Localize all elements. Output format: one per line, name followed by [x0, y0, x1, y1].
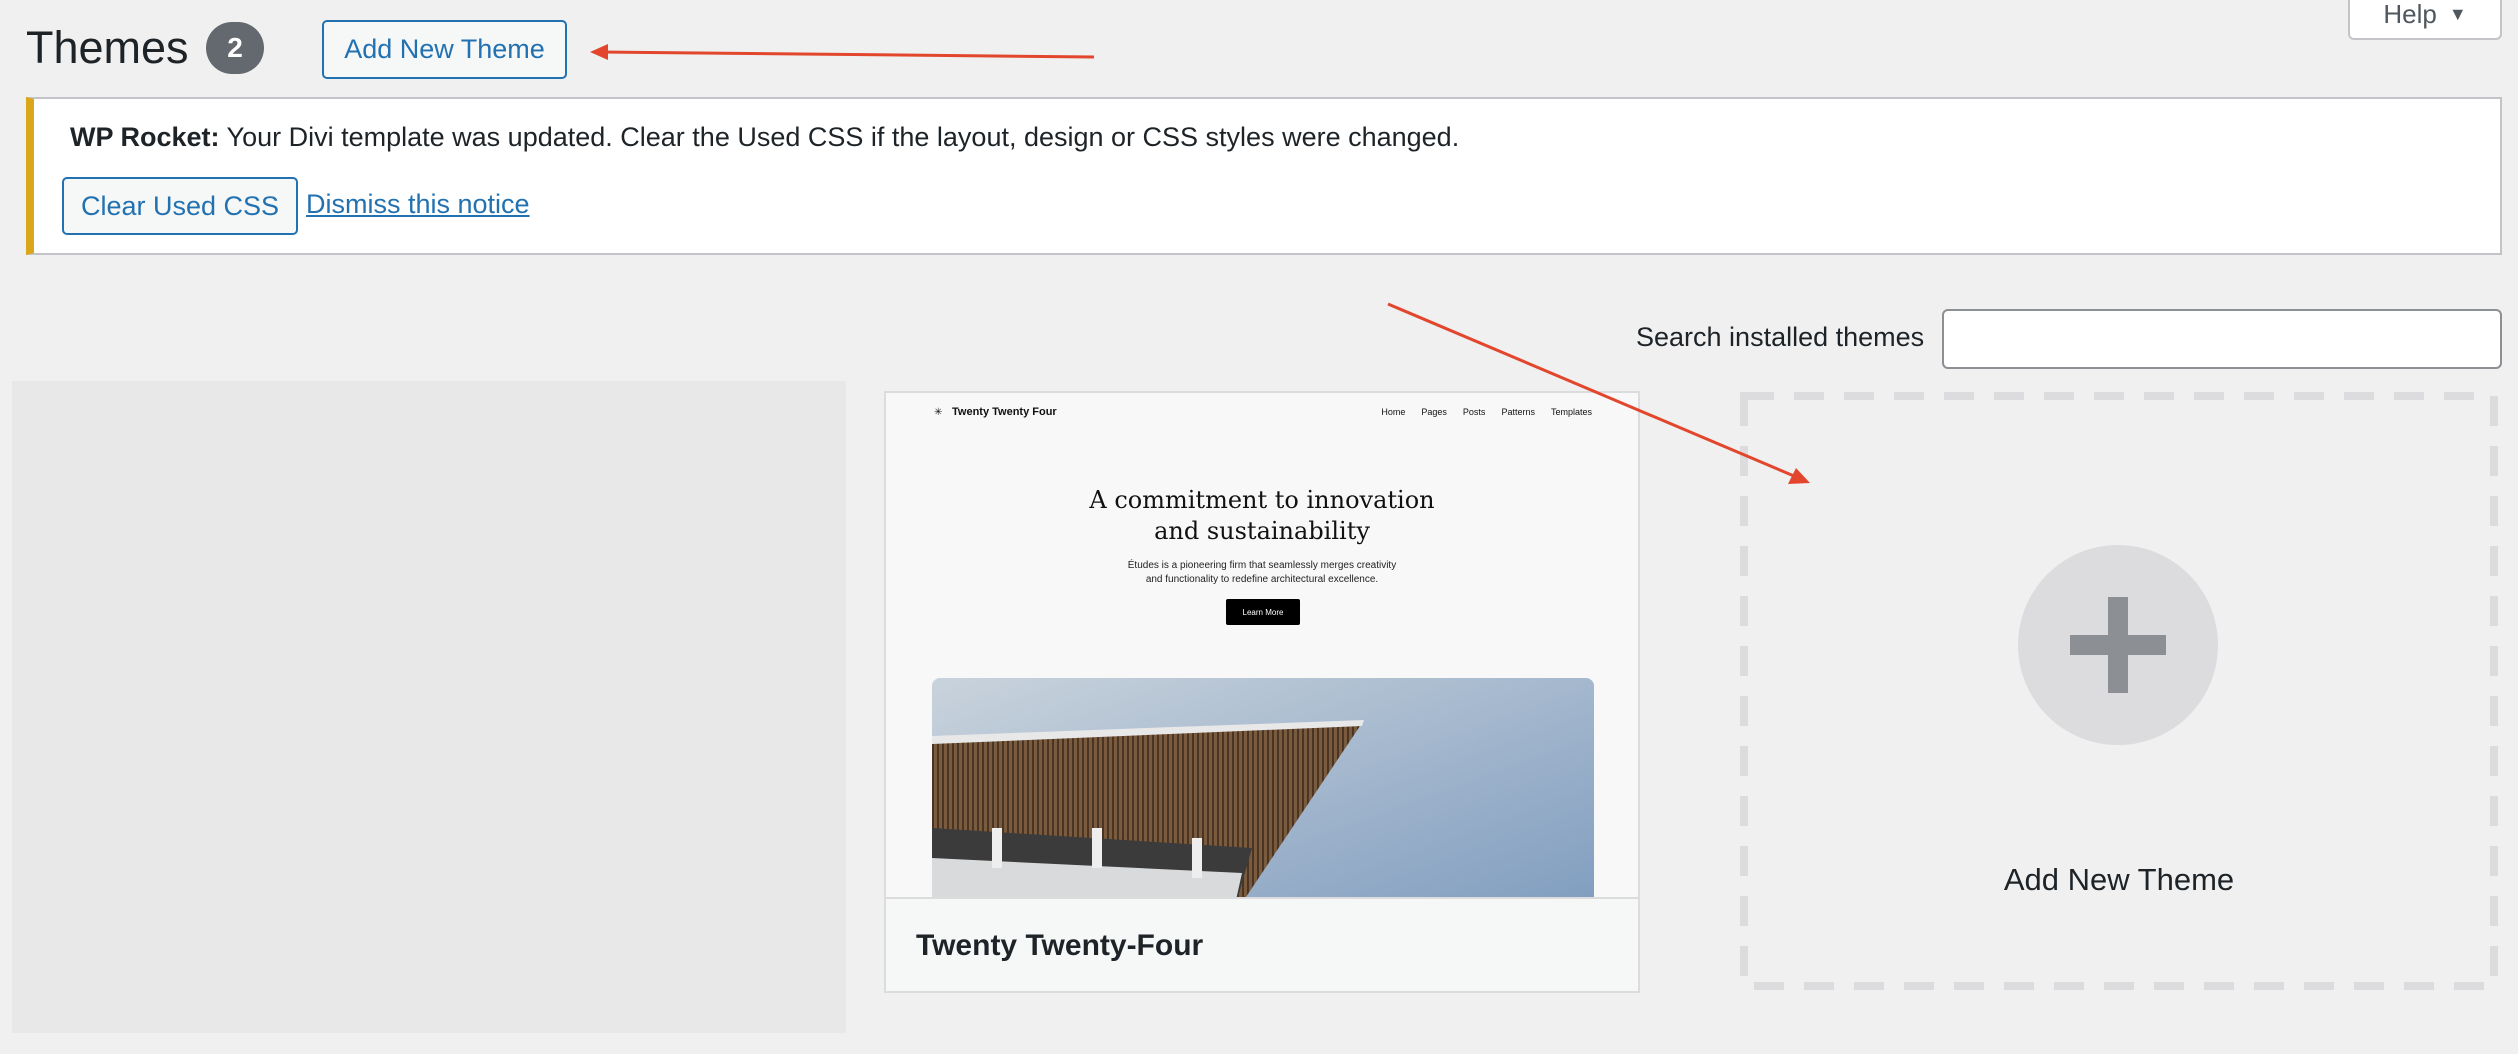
preview-learn-more-button: Learn More	[1226, 599, 1300, 625]
page-title: Themes	[26, 22, 189, 73]
notice-message: Your Divi template was updated. Clear th…	[226, 122, 1460, 152]
theme-count-badge: 2	[206, 22, 264, 74]
preview-headline-line: and sustainability	[1154, 517, 1370, 545]
annotation-arrow	[599, 50, 1095, 59]
plus-icon	[2070, 597, 2166, 693]
preview-nav-item: Patterns	[1501, 407, 1535, 417]
theme-footer: Twenty Twenty-Four	[886, 897, 1638, 991]
wp-rocket-notice: WP Rocket: Your Divi template was update…	[26, 97, 2502, 255]
preview-site-title: Twenty Twenty Four	[952, 406, 1057, 418]
theme-name: Twenty Twenty-Four	[916, 929, 1204, 962]
preview-nav-item: Templates	[1550, 407, 1592, 417]
preview-desc-line: and functionality to redefine architectu…	[1145, 574, 1379, 585]
help-label: Help	[2383, 0, 2437, 29]
preview-nav-item: Pages	[1421, 407, 1447, 417]
site-logo-icon: ✳	[934, 407, 943, 418]
search-label: Search installed themes	[1636, 322, 1925, 352]
caret-down-icon: ▼	[2448, 3, 2467, 24]
notice-prefix: WP Rocket:	[70, 122, 220, 152]
add-theme-circle	[2018, 545, 2218, 745]
preview-headline-line: A commitment to innovation	[1089, 486, 1435, 514]
preview-nav-item: Posts	[1462, 407, 1486, 417]
preview-desc-line: Études is a pioneering firm that seamles…	[1127, 560, 1397, 571]
preview-nav: Home Pages Posts Patterns Templates	[1381, 407, 1592, 417]
help-tab-button[interactable]: Help ▼	[2348, 0, 2502, 40]
preview-nav-item: Home	[1381, 407, 1406, 417]
dismiss-notice-link[interactable]: Dismiss this notice	[306, 189, 530, 220]
preview-description: Études is a pioneering firm that seamles…	[886, 559, 1638, 587]
preview-building-image	[932, 678, 1594, 897]
add-new-theme-button[interactable]: Add New Theme	[322, 20, 567, 79]
notice-text: WP Rocket: Your Divi template was update…	[70, 119, 1459, 155]
theme-screenshot[interactable]: ✳ Twenty Twenty Four Home Pages Posts Pa…	[886, 393, 1638, 897]
arrowhead-icon	[590, 44, 608, 60]
preview-headline: A commitment to innovation and sustainab…	[886, 485, 1638, 547]
add-new-theme-card[interactable]: Add New Theme	[1740, 392, 2498, 990]
add-new-theme-label: Add New Theme	[2003, 862, 2235, 897]
theme-card-placeholder	[12, 381, 846, 1033]
clear-used-css-button[interactable]: Clear Used CSS	[62, 177, 298, 235]
search-themes-input[interactable]	[1942, 309, 2502, 369]
theme-card[interactable]: ✳ Twenty Twenty Four Home Pages Posts Pa…	[884, 391, 1640, 993]
